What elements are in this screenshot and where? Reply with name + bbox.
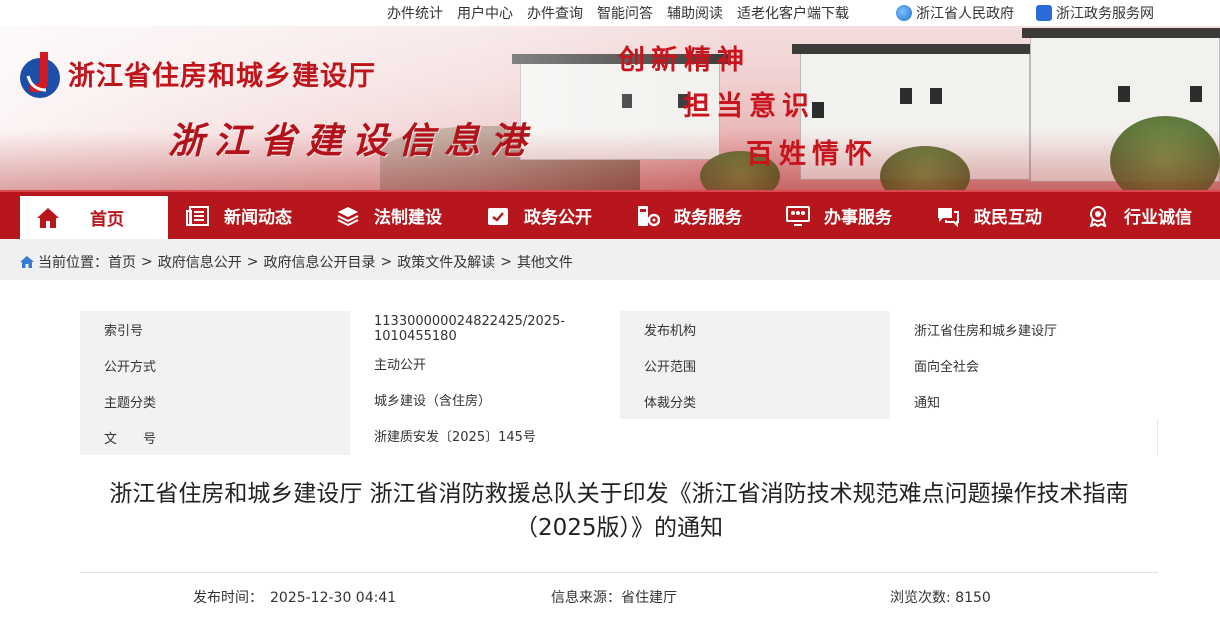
breadcrumb-home[interactable]: 首页 <box>108 252 136 272</box>
metadata-row: 文 号 浙建质安发〔2025〕145号 <box>80 419 1158 455</box>
link-elderly-client[interactable]: 适老化客户端下载 <box>737 3 849 23</box>
nav-item-news[interactable]: 新闻动态 <box>186 192 292 239</box>
government-globe-icon <box>896 5 912 21</box>
chat-bubble-icon <box>936 205 960 227</box>
link-gov-service-network-label: 浙江政务服务网 <box>1056 6 1154 22</box>
document-number-label: 文 号 <box>80 419 350 455</box>
publish-time: 发布时间： 2025-12-30 04:41 <box>193 590 397 606</box>
organization-name: 浙江省住房和城乡建设厅 <box>68 61 376 92</box>
slogan-people: 百姓情怀 <box>746 139 878 170</box>
link-reading-aid[interactable]: 辅助阅读 <box>667 3 723 23</box>
breadcrumb-policy-docs[interactable]: 政策文件及解读 <box>397 252 495 272</box>
disclosure-scope-value: 面向全社会 <box>890 347 1158 383</box>
newspaper-icon <box>186 205 210 227</box>
nav-item-home-label: 首页 <box>90 210 124 230</box>
department-logo <box>20 52 60 98</box>
award-badge-icon <box>1086 205 1110 227</box>
view-count: 浏览次数: 8150 <box>890 590 991 606</box>
publisher-value: 浙江省住房和城乡建设厅 <box>890 311 1158 347</box>
breadcrumb-info-catalog[interactable]: 政府信息公开目录 <box>263 252 375 272</box>
publisher-label: 发布机构 <box>620 311 890 347</box>
service-network-icon <box>1036 5 1052 21</box>
breadcrumb-other-docs[interactable]: 其他文件 <box>517 252 573 272</box>
nav-item-handling-label: 办事服务 <box>824 208 892 228</box>
link-gov-service-network[interactable]: 浙江政务服务网 <box>1036 3 1154 23</box>
home-icon <box>36 207 60 229</box>
header-banner: 浙江省住房和城乡建设厅 浙江省建设信息港 创新精神 担当意识 百姓情怀 <box>0 26 1220 190</box>
nav-item-interaction[interactable]: 政民互动 <box>936 192 1042 239</box>
main-navigation: 首页 新闻动态 法制建设 政务公开 政务服务 办事服务 政民互动 行业诚信 <box>0 190 1220 239</box>
link-provincial-government[interactable]: 浙江省人民政府 <box>896 3 1014 23</box>
nav-item-gov-affairs[interactable]: 政务公开 <box>486 192 592 239</box>
nav-item-gov-service-label: 政务服务 <box>674 208 742 228</box>
slogan-innovation: 创新精神 <box>618 45 750 76</box>
title-divider <box>80 572 1158 573</box>
document-title: 浙江省住房和城乡建设厅 浙江省消防救援总队关于印发《浙江省消防技术规范难点问题操… <box>109 481 1129 541</box>
link-query[interactable]: 办件查询 <box>527 3 583 23</box>
utility-links: 办件统计 用户中心 办件查询 智能问答 辅助阅读 适老化客户端下载 <box>387 3 863 23</box>
breadcrumb: 当前位置： 首页 > 政府信息公开 > 政府信息公开目录 > 政策文件及解读 >… <box>0 239 1220 280</box>
breadcrumb-separator: > <box>141 254 153 270</box>
disclosure-method-label: 公开方式 <box>80 347 350 383</box>
site-title: 浙江省建设信息港 <box>168 120 537 162</box>
index-value: 113300000024822425/2025-1010455180 <box>350 311 620 347</box>
top-utility-bar: 办件统计 用户中心 办件查询 智能问答 辅助阅读 适老化客户端下载 浙江省人民政… <box>0 0 1220 26</box>
metadata-empty-cell <box>620 419 1158 455</box>
genre-value: 通知 <box>890 383 1158 419</box>
layers-icon <box>336 205 360 227</box>
metadata-row: 公开方式 主动公开 公开范围 面向全社会 <box>80 347 1158 383</box>
disclosure-scope-label: 公开范围 <box>620 347 890 383</box>
nav-item-handling[interactable]: 办事服务 <box>786 192 892 239</box>
metadata-row: 索引号 113300000024822425/2025-1010455180 发… <box>80 311 1158 347</box>
link-qa[interactable]: 智能问答 <box>597 3 653 23</box>
nav-item-credit[interactable]: 行业诚信 <box>1086 192 1192 239</box>
breadcrumb-separator: > <box>500 254 512 270</box>
info-source: 信息来源：省住建厅 <box>551 590 677 606</box>
disclosure-method-value: 主动公开 <box>350 347 620 383</box>
nav-item-interaction-label: 政民互动 <box>974 208 1042 228</box>
genre-label: 体裁分类 <box>620 383 890 419</box>
nav-item-gov-affairs-label: 政务公开 <box>524 208 592 228</box>
link-user-center[interactable]: 用户中心 <box>457 3 513 23</box>
nav-item-gov-service[interactable]: 政务服务 <box>636 192 742 239</box>
service-gear-icon <box>636 205 660 227</box>
document-number-value: 浙建质安发〔2025〕145号 <box>350 419 620 455</box>
breadcrumb-gov-info[interactable]: 政府信息公开 <box>158 252 242 272</box>
breadcrumb-prefix: 当前位置： <box>38 255 108 271</box>
topic-value: 城乡建设（含住房） <box>350 383 620 419</box>
nav-item-legal[interactable]: 法制建设 <box>336 192 442 239</box>
link-provincial-government-label: 浙江省人民政府 <box>916 6 1014 22</box>
nav-item-news-label: 新闻动态 <box>224 208 292 228</box>
breadcrumb-separator: > <box>380 254 393 270</box>
slogan-responsibility: 担当意识 <box>683 91 815 122</box>
document-check-icon <box>486 205 510 227</box>
location-home-icon <box>20 256 34 268</box>
metadata-row: 主题分类 城乡建设（含住房） 体裁分类 通知 <box>80 383 1158 419</box>
nav-item-home[interactable]: 首页 <box>20 196 168 239</box>
nav-item-credit-label: 行业诚信 <box>1124 208 1192 228</box>
index-label: 索引号 <box>80 311 350 347</box>
people-screen-icon <box>786 205 810 227</box>
nav-item-legal-label: 法制建设 <box>374 208 442 228</box>
link-stats[interactable]: 办件统计 <box>387 3 443 23</box>
breadcrumb-separator: > <box>246 254 259 270</box>
topic-label: 主题分类 <box>80 383 350 419</box>
